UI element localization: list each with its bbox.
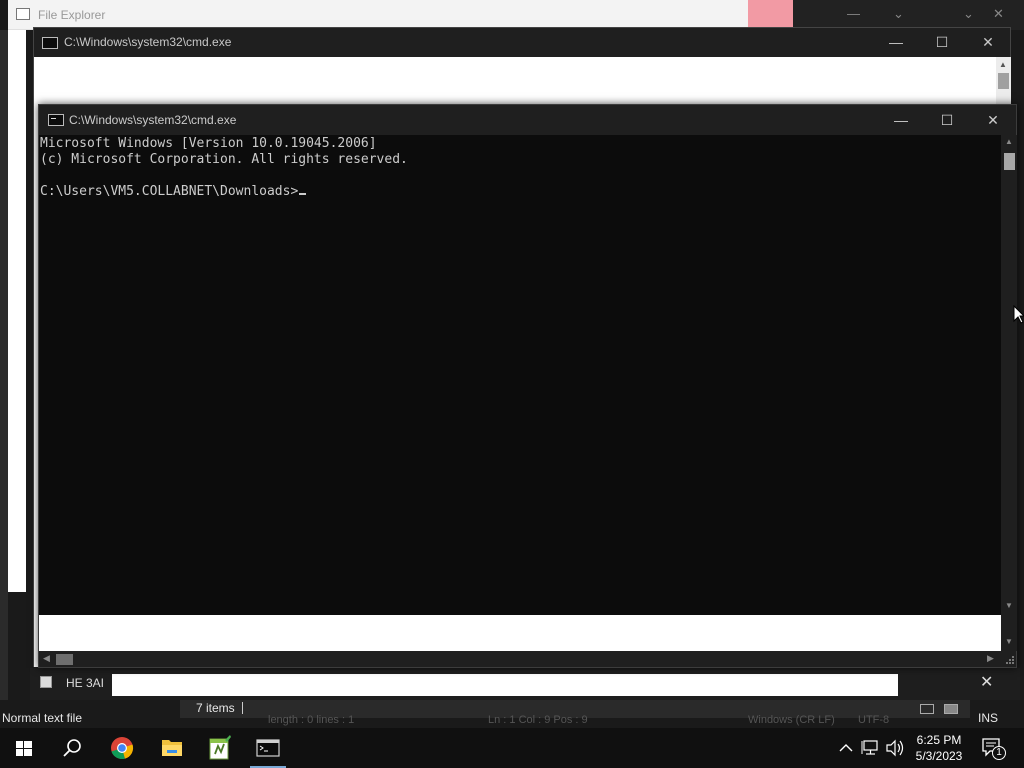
notepad-tab-icon <box>40 676 52 688</box>
status-eol: Windows (CR LF) <box>748 714 835 726</box>
cmd-back-app-icon <box>42 37 58 49</box>
cmd-back-maximize-button[interactable]: ☐ <box>922 31 962 53</box>
bg-close-icon[interactable]: ✕ <box>993 6 1004 22</box>
cmd-titlebar[interactable]: C:\Windows\system32\cmd.exe — ☐ ✕ <box>39 105 1016 135</box>
cmd-horizontal-scroll-thumb[interactable] <box>56 654 73 665</box>
cmd-vertical-scroll-thumb[interactable] <box>1004 153 1015 170</box>
cmd-close-button[interactable]: ✕ <box>971 108 1015 132</box>
search-icon <box>63 739 81 757</box>
background-titlebar-strip: — ⌄ ⌄ ✕ <box>793 0 1024 30</box>
explorer-nav-pane <box>8 30 26 592</box>
console-line-copyright: (c) Microsoft Corporation. All rights re… <box>40 152 408 167</box>
details-view-icon[interactable] <box>920 704 934 714</box>
system-clock[interactable]: 6:25 PM 5/3/2023 <box>908 732 970 764</box>
cmd-console[interactable]: Microsoft Windows [Version 10.0.19045.20… <box>39 135 1001 615</box>
notification-badge: 1 <box>992 746 1006 760</box>
action-center-button[interactable]: 1 <box>980 736 1006 762</box>
cmd-title: C:\Windows\system32\cmd.exe <box>69 113 237 127</box>
status-insert-mode: INS <box>978 711 999 725</box>
explorer-title: File Explorer <box>38 8 106 22</box>
explorer-titlebar[interactable]: File Explorer <box>8 0 748 30</box>
cmd-back-titlebar[interactable]: C:\Windows\system32\cmd.exe — ☐ ✕ <box>34 28 1010 57</box>
scroll-right-arrow-icon[interactable]: ▶ <box>987 653 994 664</box>
explorer-close-button[interactable] <box>748 0 793 30</box>
cmd-vertical-scrollbar[interactable]: ▲ ▼ ▼ <box>1001 135 1017 651</box>
clock-date: 5/3/2023 <box>915 749 963 763</box>
network-icon[interactable] <box>860 728 882 768</box>
taskbar-notepad[interactable] <box>196 728 244 768</box>
items-count: 7 items <box>196 701 235 715</box>
bg-chevron-icon[interactable]: ⌄ <box>893 6 904 22</box>
mouse-pointer-icon <box>1013 305 1024 324</box>
status-encoding: UTF-8 <box>858 714 890 726</box>
cmd-app-icon[interactable] <box>48 114 64 126</box>
explorer-icon <box>16 8 30 20</box>
taskbar-chrome[interactable] <box>98 728 146 768</box>
cmd-unpainted-area <box>39 615 1001 651</box>
scroll-down-arrow-icon[interactable]: ▼ <box>1005 601 1013 610</box>
notepad-close-icon[interactable]: ✕ <box>980 672 993 692</box>
scroll-down-arrow-icon-2[interactable]: ▼ <box>1005 637 1013 646</box>
explorer-left-strip <box>0 30 8 730</box>
status-file-type: Normal text file <box>2 711 83 725</box>
terminal-icon <box>256 739 280 757</box>
text-cursor <box>299 193 307 195</box>
background-statusbar: Normal text file 7 items length : 0 line… <box>0 700 1024 730</box>
status-position: Ln : 1 Col : 9 Pos : 9 <box>488 714 588 726</box>
cmd-back-minimize-button[interactable]: — <box>876 31 916 53</box>
taskbar-command-prompt[interactable] <box>244 728 292 768</box>
cmd-maximize-button[interactable]: ☐ <box>925 108 969 132</box>
large-icons-view-icon[interactable] <box>944 704 958 714</box>
cmd-back-close-button[interactable]: ✕ <box>968 31 1008 53</box>
notepad-tab-row: HE 3AI ✕ <box>30 668 1020 700</box>
scroll-up-icon[interactable]: ▲ <box>999 60 1007 69</box>
cmd-window[interactable]: C:\Windows\system32\cmd.exe — ☐ ✕ Micros… <box>38 104 1017 668</box>
bg-chevron-icon-2[interactable]: ⌄ <box>963 6 974 22</box>
start-button[interactable] <box>0 728 48 768</box>
bg-minimize-icon[interactable]: — <box>847 6 860 21</box>
status-separator <box>242 702 243 714</box>
scroll-left-arrow-icon[interactable]: ◀ <box>43 653 50 664</box>
console-line-version: Microsoft Windows [Version 10.0.19045.20… <box>40 136 377 151</box>
chevron-up-icon[interactable] <box>836 728 856 768</box>
resize-grip-icon[interactable] <box>1003 653 1015 665</box>
status-length-lines: length : 0 lines : 1 <box>268 714 355 726</box>
cmd-minimize-button[interactable]: — <box>879 108 923 132</box>
clock-time: 6:25 PM <box>916 733 962 747</box>
notepad-tab-title[interactable]: HE 3AI <box>66 676 104 690</box>
console-prompt: C:\Users\VM5.COLLABNET\Downloads> <box>40 184 299 199</box>
chrome-icon <box>111 737 134 760</box>
notepad-editor-strip[interactable] <box>112 674 898 696</box>
notepad-icon <box>209 735 231 760</box>
console-output[interactable]: Microsoft Windows [Version 10.0.19045.20… <box>40 136 408 200</box>
scroll-up-arrow-icon[interactable]: ▲ <box>1005 137 1013 146</box>
cmd-back-scroll-thumb[interactable] <box>998 73 1009 89</box>
windows-logo-icon <box>16 741 32 756</box>
taskbar: 6:25 PM 5/3/2023 1 <box>0 728 1024 768</box>
cmd-back-title: C:\Windows\system32\cmd.exe <box>64 35 232 49</box>
search-button[interactable] <box>48 728 96 768</box>
folder-icon <box>162 740 182 756</box>
volume-icon[interactable] <box>884 728 906 768</box>
taskbar-file-explorer[interactable] <box>148 728 196 768</box>
cmd-horizontal-scrollbar[interactable]: ◀ ▶ <box>39 651 1001 667</box>
